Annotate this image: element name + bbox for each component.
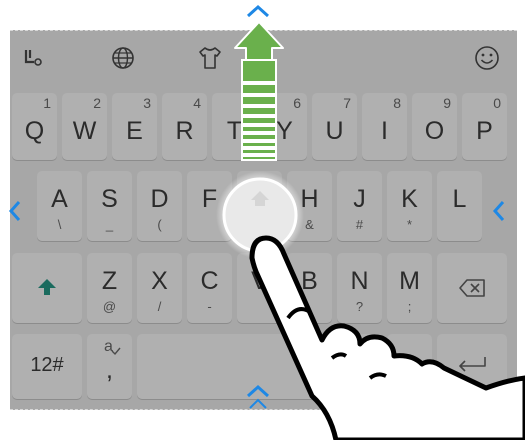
shift-arrow-icon <box>38 279 56 295</box>
smiley-icon[interactable] <box>472 43 502 73</box>
key-z[interactable]: Z @ <box>87 253 132 323</box>
top-chevron-icon <box>246 4 270 18</box>
key-s[interactable]: S _ <box>87 171 132 241</box>
handwriting-icon[interactable] <box>17 43 47 73</box>
key-q[interactable]: 1Q <box>12 93 57 160</box>
key-p[interactable]: 0P <box>462 93 507 160</box>
right-chevron-icon <box>492 201 505 221</box>
pointing-hand-icon <box>249 235 525 440</box>
key-c[interactable]: C- <box>187 253 232 323</box>
left-chevron-icon <box>8 201 21 221</box>
key-e[interactable]: 3E <box>112 93 157 160</box>
comma-key[interactable]: a , <box>87 334 132 399</box>
key-x[interactable]: X / <box>137 253 182 323</box>
swipe-up-arrow-icon <box>234 21 284 161</box>
key-i[interactable]: 8I <box>362 93 407 160</box>
shirt-icon[interactable] <box>195 43 225 73</box>
shift-key[interactable] <box>12 253 82 323</box>
key-r[interactable]: 4R <box>162 93 207 160</box>
key-o[interactable]: 9O <box>412 93 457 160</box>
key-u[interactable]: 7U <box>312 93 357 160</box>
swipe-check-icon <box>111 347 121 356</box>
symbols-key[interactable]: 12# <box>12 334 82 399</box>
key-a[interactable]: A \ <box>37 171 82 241</box>
key-w[interactable]: 2W <box>62 93 107 160</box>
key-d[interactable]: D( <box>137 171 182 241</box>
globe-icon[interactable] <box>108 43 138 73</box>
